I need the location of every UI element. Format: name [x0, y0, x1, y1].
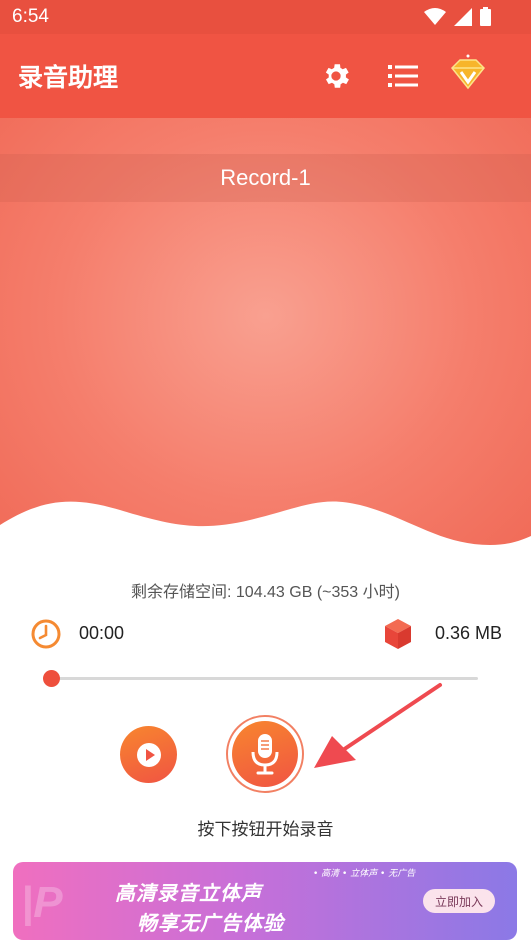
- app-title: 录音助理: [18, 63, 119, 92]
- status-icons: [424, 7, 491, 26]
- recording-name: Record-1: [0, 154, 531, 202]
- app-bar: 录音助理: [0, 34, 531, 118]
- ad-join-button[interactable]: 立即加入: [423, 889, 495, 913]
- list-button[interactable]: [385, 58, 421, 94]
- ad-subheadline: 畅享无广告体验: [137, 911, 284, 935]
- record-hint: 按下按钮开始录音: [197, 820, 334, 840]
- ad-decoration: |P: [21, 878, 63, 927]
- record-button-inner: [232, 721, 298, 787]
- hint-arrow: [314, 683, 442, 768]
- ad-headline: 高清录音立体声: [115, 881, 262, 905]
- status-bar: 6:54: [0, 0, 531, 34]
- play-button[interactable]: [120, 726, 177, 783]
- storage-remaining: 剩余存储空间: 104.43 GB (~353 小时): [131, 584, 400, 601]
- progress-thumb[interactable]: [43, 670, 60, 687]
- list-icon: [388, 65, 418, 87]
- duration-value: 00:00: [79, 623, 125, 643]
- battery-icon: [480, 7, 491, 26]
- vip-button[interactable]: [446, 52, 490, 96]
- wave-divider: [0, 501, 531, 560]
- status-time: 6:54: [12, 6, 49, 27]
- diamond-icon: [450, 54, 486, 90]
- microphone-icon: [251, 734, 279, 775]
- stats-row: 00:00 0.36 MB: [30, 616, 505, 652]
- box-icon: [385, 619, 411, 649]
- file-size-value: 0.36 MB: [434, 623, 502, 643]
- settings-button[interactable]: [318, 58, 354, 94]
- play-icon: [136, 742, 161, 767]
- ad-tagline: • 高清 • 立体声 • 无广告: [313, 869, 416, 879]
- signal-icon: [454, 7, 472, 26]
- wifi-icon: [424, 7, 446, 25]
- clock-icon: [31, 619, 61, 649]
- record-button[interactable]: [226, 715, 304, 793]
- ad-banner[interactable]: |P • 高清 • 立体声 • 无广告 高清录音立体声 畅享无广告体验 立即加入: [13, 862, 517, 940]
- gear-icon: [325, 64, 349, 88]
